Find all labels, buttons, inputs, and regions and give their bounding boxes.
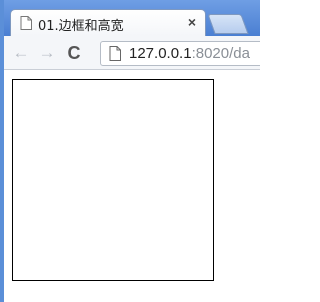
tab-strip: 01.边框和高宽 ×	[4, 0, 260, 36]
url-host: 127.0.0.1	[129, 45, 192, 62]
browser-window: 01.边框和高宽 × ← → C 127.0.0.1:8020/da	[0, 0, 260, 302]
page-content	[4, 70, 260, 302]
forward-arrow-icon[interactable]: →	[38, 44, 56, 62]
reload-icon[interactable]: C	[65, 44, 83, 62]
new-tab-icon[interactable]	[207, 14, 249, 34]
bordered-box	[12, 79, 214, 281]
page-icon	[109, 46, 121, 61]
tab-active[interactable]: 01.边框和高宽 ×	[10, 9, 206, 36]
address-bar[interactable]: 127.0.0.1:8020/da	[100, 41, 260, 66]
page-icon	[20, 16, 32, 30]
toolbar: ← → C 127.0.0.1:8020/da	[4, 36, 260, 70]
url-text: 127.0.0.1:8020/da	[129, 45, 250, 62]
close-icon[interactable]: ×	[188, 13, 196, 31]
url-path: :8020/da	[191, 45, 250, 62]
tab-title: 01.边框和高宽	[38, 19, 124, 34]
back-arrow-icon[interactable]: ←	[12, 44, 30, 62]
